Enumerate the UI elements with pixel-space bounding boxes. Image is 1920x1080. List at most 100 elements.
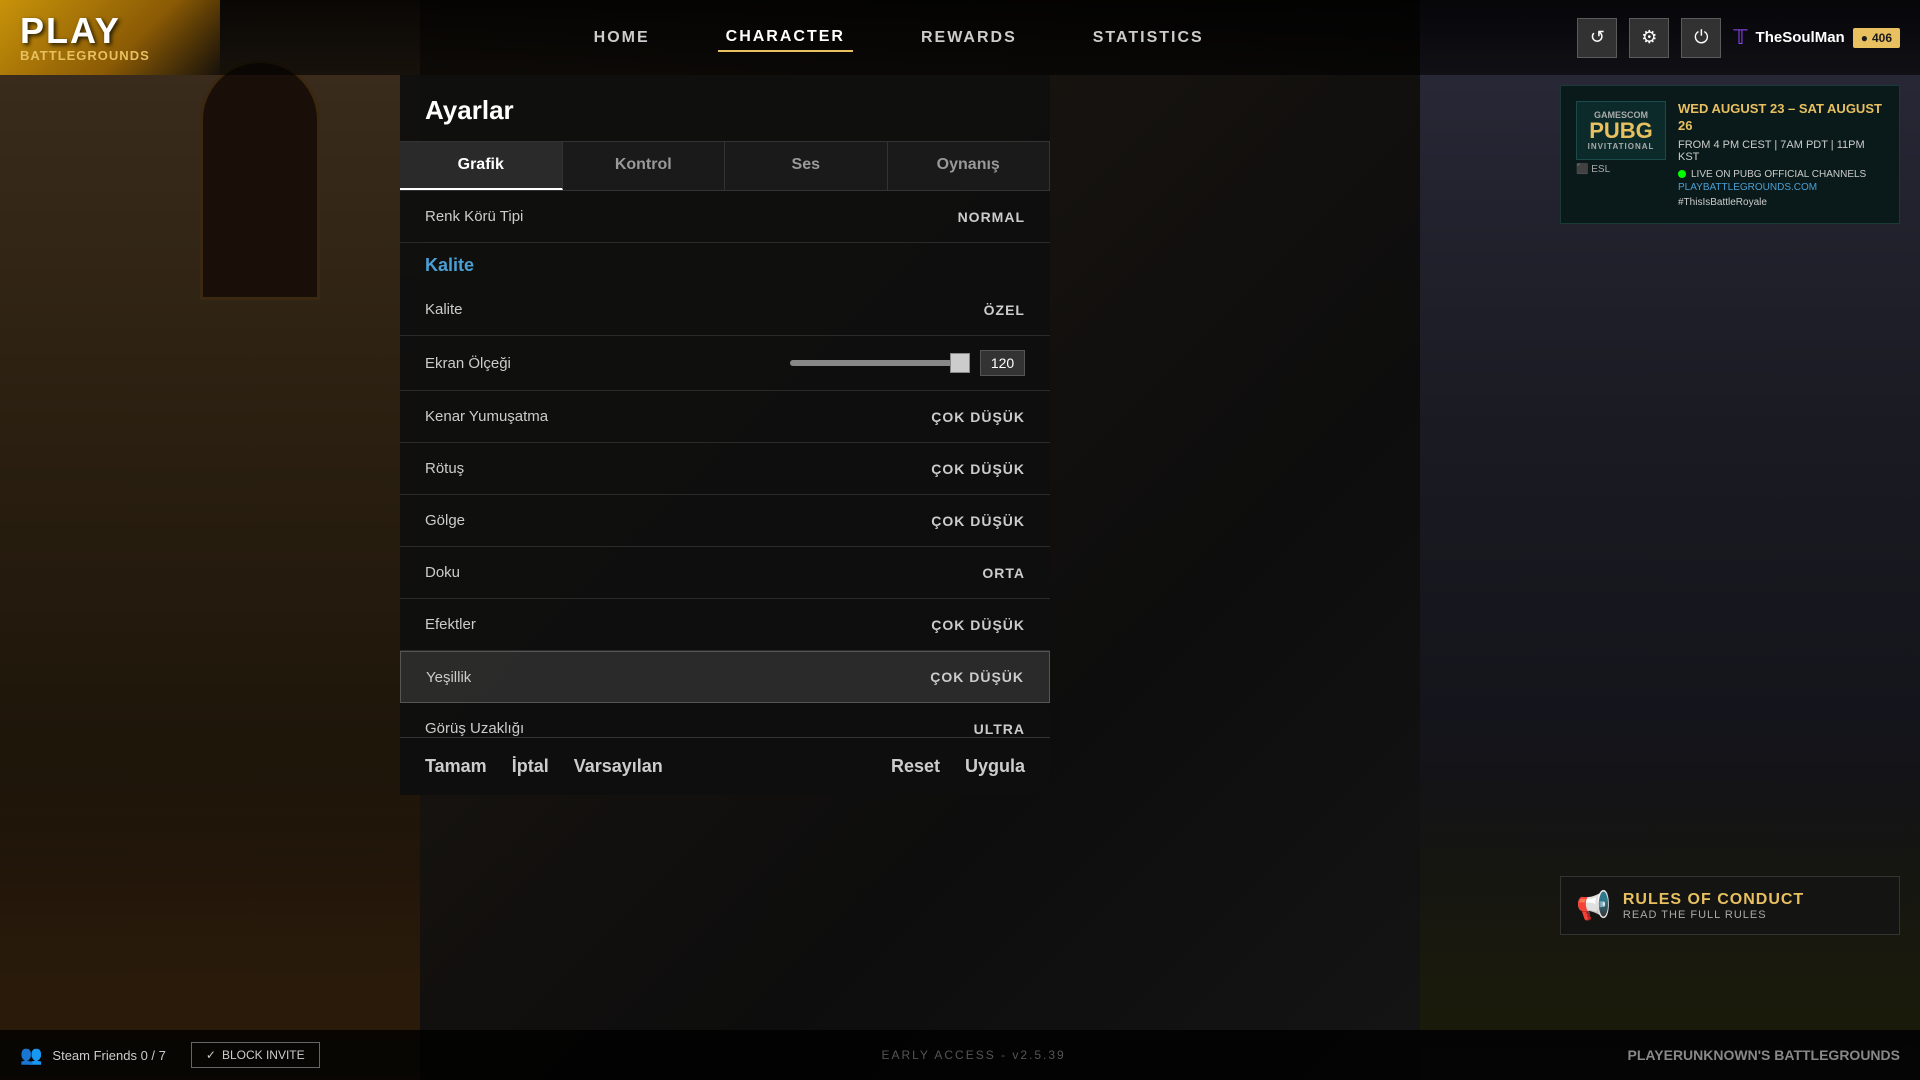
iptal-button[interactable]: İptal [512,756,549,777]
setting-kenar-yumusatma-value[interactable]: ÇOK DÜŞÜK [931,409,1025,425]
gear-icon: ⚙ [1641,27,1657,48]
event-banner: GAMESCOM PUBG INVITATIONAL ⬛ ESL WED AUG… [1560,85,1900,224]
varsayilan-button[interactable]: Varsayılan [574,756,663,777]
setting-yesillik-label: Yeşillik [426,669,471,686]
friends-icon: 👥 [20,1045,42,1066]
friends-count: Steam Friends 0 / 7 [52,1048,165,1063]
section-kalite: Kalite [400,243,1050,284]
slider-container: 120 [790,350,1025,376]
setting-golge-value[interactable]: ÇOK DÜŞÜK [931,513,1025,529]
twitch-icon: 𝕋 [1733,25,1747,50]
checkmark-icon: ✓ [206,1048,216,1062]
setting-efektler-label: Efektler [425,616,476,633]
rules-text: RULES OF CONDUCT READ THE FULL RULES [1623,891,1884,921]
setting-renk-koru-value[interactable]: Normal [958,209,1025,225]
event-date: WED AUGUST 23 – SAT AUGUST 26 [1678,101,1884,135]
slider-value: 120 [980,350,1025,376]
power-icon: ⏻ [1694,27,1708,48]
top-navigation: PLAY BATTLEGROUNDS HOME CHARACTER REWARD… [0,0,1920,75]
version-text: EARLY ACCESS - v2.5.39 [320,1048,1628,1062]
nav-home[interactable]: HOME [586,25,658,51]
settings-tabs: Grafik Kontrol Ses Oynanış [400,142,1050,191]
slider-thumb[interactable] [950,353,970,373]
event-logo-box: GAMESCOM PUBG INVITATIONAL [1576,101,1666,160]
tab-grafik[interactable]: Grafik [400,142,563,190]
setting-kenar-yumusatma: Kenar Yumuşatma ÇOK DÜŞÜK [400,391,1050,443]
event-hashtag: #ThisIsBattleRoyale [1678,197,1884,208]
user-area: 𝕋 TheSoulMan ● 406 [1733,25,1900,50]
settings-footer: Tamam İptal Varsayılan Reset Uygula [400,737,1050,795]
rules-sub: READ THE FULL RULES [1623,909,1884,921]
setting-kalite-label: Kalite [425,301,463,318]
block-invite-button[interactable]: ✓ BLOCK INVITE [191,1042,320,1068]
megaphone-icon: 📢 [1576,889,1611,922]
rubble-left [0,730,420,1030]
reset-button[interactable]: Reset [891,756,940,777]
setting-gorus-uzakligi: Görüş Uzaklığı ULTRA [400,703,1050,737]
nav-links: HOME CHARACTER REWARDS STATISTICS [220,24,1577,52]
setting-ekran-olcegi-label: Ekran Ölçeği [425,355,511,372]
bp-coin-icon: ● [1861,31,1868,45]
event-live: LIVE ON PUBG OFFICIAL CHANNELS [1678,169,1884,180]
rules-title: RULES OF CONDUCT [1623,891,1884,909]
rules-banner[interactable]: 📢 RULES OF CONDUCT READ THE FULL RULES [1560,876,1900,935]
logo-sub: BATTLEGROUNDS [20,49,200,62]
power-button[interactable]: ⏻ [1681,18,1721,58]
invitational-text: INVITATIONAL [1581,142,1661,151]
pubg-logo-text: PUBG [1581,120,1661,142]
setting-doku: Doku ORTA [400,547,1050,599]
tab-ses[interactable]: Ses [725,142,888,190]
setting-golge: Gölge ÇOK DÜŞÜK [400,495,1050,547]
tab-kontrol[interactable]: Kontrol [563,142,726,190]
footer-left: Tamam İptal Varsayılan [425,756,663,777]
refresh-button[interactable]: ↺ [1577,18,1617,58]
nav-character[interactable]: CHARACTER [718,24,853,52]
setting-gorus-uzakligi-value[interactable]: ULTRA [974,721,1025,737]
event-url: PLAYBATTLEGROUNDS.COM [1678,182,1884,193]
event-logo: GAMESCOM PUBG INVITATIONAL ⬛ ESL [1576,101,1666,208]
event-info: WED AUGUST 23 – SAT AUGUST 26 FROM 4 PM … [1678,101,1884,208]
setting-rotu-value[interactable]: ÇOK DÜŞÜK [931,461,1025,477]
bp-value: 406 [1872,31,1892,45]
setting-efektler: Efektler ÇOK DÜŞÜK [400,599,1050,651]
event-time: FROM 4 PM CEST | 7AM PDT | 11PM KST [1678,139,1884,163]
setting-kenar-yumusatma-label: Kenar Yumuşatma [425,408,548,425]
uygula-button[interactable]: Uygula [965,756,1025,777]
bp-badge: ● 406 [1853,28,1900,48]
settings-button[interactable]: ⚙ [1629,18,1669,58]
logo-area: PLAY BATTLEGROUNDS [0,0,220,75]
nav-statistics[interactable]: STATISTICS [1085,25,1212,51]
username: TheSoulMan [1756,29,1845,46]
setting-yesillik: Yeşillik ÇOK DÜŞÜK [400,651,1050,703]
esl-logo: ⬛ ESL [1576,164,1666,175]
footer-right: Reset Uygula [891,756,1025,777]
event-live-text: LIVE ON PUBG OFFICIAL CHANNELS [1691,169,1866,180]
door-decoration [200,60,320,300]
setting-doku-value[interactable]: ORTA [982,565,1025,581]
bottom-bar: 👥 Steam Friends 0 / 7 ✓ BLOCK INVITE EAR… [0,1030,1920,1080]
steam-friends: 👥 Steam Friends 0 / 7 ✓ BLOCK INVITE [20,1042,320,1068]
settings-content: Renk Körü Tipi Normal Kalite Kalite ÖZEL… [400,191,1050,737]
tab-oynanis[interactable]: Oynanış [888,142,1051,190]
setting-ekran-olcegi: Ekran Ölçeği 120 [400,336,1050,391]
setting-yesillik-value[interactable]: ÇOK DÜŞÜK [930,669,1024,685]
pubg-logo-bottom: PLAYERUNKNOWN'S BATTLEGROUNDS [1628,1047,1900,1063]
slider-track[interactable] [790,360,970,366]
setting-rotu-label: Rötuş [425,460,464,477]
setting-renk-koru-label: Renk Körü Tipi [425,208,523,225]
setting-efektler-value[interactable]: ÇOK DÜŞÜK [931,617,1025,633]
tamam-button[interactable]: Tamam [425,756,487,777]
settings-panel: Ayarlar Grafik Kontrol Ses Oynanış Renk … [400,75,1050,795]
setting-golge-label: Gölge [425,512,465,529]
nav-rewards[interactable]: REWARDS [913,25,1025,51]
setting-doku-label: Doku [425,564,460,581]
live-indicator [1678,170,1686,178]
setting-rotu: Rötuş ÇOK DÜŞÜK [400,443,1050,495]
nav-right: ↺ ⚙ ⏻ 𝕋 TheSoulMan ● 406 [1577,18,1920,58]
setting-renk-koru: Renk Körü Tipi Normal [400,191,1050,243]
setting-kalite-value[interactable]: ÖZEL [984,302,1025,318]
setting-kalite: Kalite ÖZEL [400,284,1050,336]
refresh-icon: ↺ [1590,27,1605,48]
slider-fill [790,360,970,366]
setting-gorus-uzakligi-label: Görüş Uzaklığı [425,720,524,737]
